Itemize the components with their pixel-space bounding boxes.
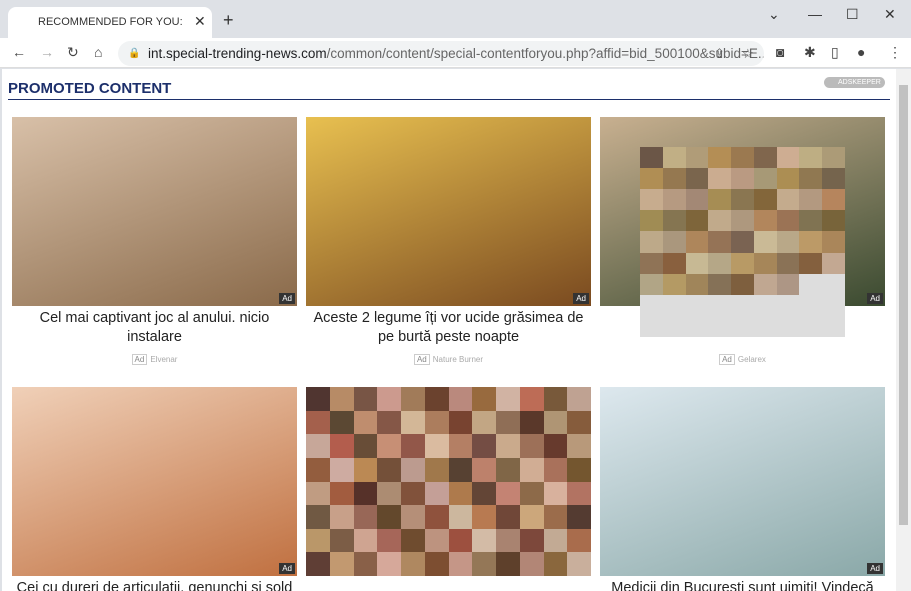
ad-card[interactable]: Ad Hemo... tează AdGelarex [600, 117, 885, 365]
ad-badge: Ad [279, 563, 295, 574]
close-tab-icon[interactable]: ✕ [194, 13, 206, 30]
scrollbar[interactable] [896, 69, 911, 591]
back-icon[interactable]: ← [12, 44, 26, 60]
ad-title[interactable]: Cel mai captivant joc al anului. nicio i… [12, 309, 297, 347]
minimize-icon[interactable]: — [808, 6, 822, 22]
ad-image[interactable]: Ad [600, 117, 885, 337]
page-heading: PROMOTED CONTENT [8, 80, 172, 97]
bookmark-star-icon[interactable]: ☆ [742, 41, 754, 66]
browser-tab[interactable]: RECOMMENDED FOR YOU: ✕ [8, 7, 212, 38]
new-tab-icon[interactable]: + [223, 10, 234, 31]
ad-card[interactable]: Ad Medicii din Bucuresti sunt uimiti! Vi… [600, 387, 885, 591]
ad-label: Ad [131, 354, 148, 365]
toolbar: ← → ↻ ⌂ 🔒 int.special-trending-news.com/… [0, 38, 911, 68]
side-panel-icon[interactable]: ▯ [831, 44, 839, 61]
ad-label: Ad [413, 354, 430, 365]
ad-badge: Ad [279, 293, 295, 304]
pixelated-censor [640, 147, 845, 337]
url-path: /common/content/special-contentforyou.ph… [326, 46, 764, 61]
profile-avatar-icon[interactable]: ● [857, 44, 865, 60]
ad-image[interactable]: Ad [306, 387, 591, 576]
ad-image[interactable]: Ad [306, 117, 591, 306]
ad-title[interactable]: Aceste 2 legume îți vor ucide grăsimea d… [306, 309, 591, 347]
ad-card[interactable]: Ad [306, 387, 591, 591]
menu-kebab-icon[interactable]: ⋮ [888, 44, 902, 61]
forward-icon[interactable]: → [40, 44, 54, 60]
reload-icon[interactable]: ↻ [67, 44, 79, 61]
close-window-icon[interactable]: ✕ [884, 6, 896, 23]
ad-title[interactable]: Medicii din Bucuresti sunt uimiti! Vinde… [600, 579, 885, 591]
adskeeper-logo[interactable]: ADSKEEPER [824, 77, 885, 88]
scrollbar-thumb[interactable] [899, 85, 908, 525]
ad-image[interactable]: Ad [600, 387, 885, 576]
ad-image[interactable]: Ad [12, 117, 297, 306]
ad-badge: Ad [867, 293, 883, 304]
tab-bar: RECOMMENDED FOR YOU: ✕ + ⌄ — ☐ ✕ [0, 0, 911, 38]
tab-title: RECOMMENDED FOR YOU: [38, 16, 183, 28]
ad-source-name: Gelarex [737, 355, 766, 364]
extensions-puzzle-icon[interactable]: ✱ [804, 44, 816, 61]
share-icon[interactable]: ⇪ [714, 41, 725, 66]
ad-card[interactable]: Ad Cel mai captivant joc al anului. nici… [12, 117, 297, 365]
ad-title[interactable]: Cei cu dureri de articulatii, genunchi s… [12, 579, 297, 591]
ad-title[interactable] [306, 579, 591, 591]
ad-source: Ad Elvenar [12, 354, 297, 365]
pixelated-censor [306, 387, 591, 576]
ad-image[interactable]: Ad [12, 387, 297, 576]
heading-divider [8, 99, 890, 100]
url-host: int.special-trending-news.com [148, 46, 327, 61]
ad-source: Ad Gelarex [600, 354, 885, 365]
ad-badge: Ad [867, 563, 883, 574]
ad-source: Ad Nature Burner [306, 354, 591, 365]
lens-extension-icon[interactable]: ◙ [776, 44, 784, 60]
home-icon[interactable]: ⌂ [94, 44, 102, 60]
address-bar[interactable]: 🔒 int.special-trending-news.com/common/c… [118, 41, 764, 66]
ad-label: Ad [719, 354, 735, 365]
ad-badge: Ad [573, 293, 589, 304]
ad-source-name: Elvenar [150, 355, 178, 364]
tab-search-icon[interactable]: ⌄ [768, 6, 780, 23]
ad-source-name: Nature Burner [432, 355, 484, 364]
ad-card[interactable]: Ad Cei cu dureri de articulatii, genunch… [12, 387, 297, 591]
page-content: PROMOTED CONTENT ADSKEEPER Ad Cel mai ca… [2, 69, 896, 591]
lock-icon: 🔒 [128, 48, 141, 59]
ad-card[interactable]: Ad Aceste 2 legume îți vor ucide grăsime… [306, 117, 591, 365]
maximize-icon[interactable]: ☐ [846, 6, 859, 23]
